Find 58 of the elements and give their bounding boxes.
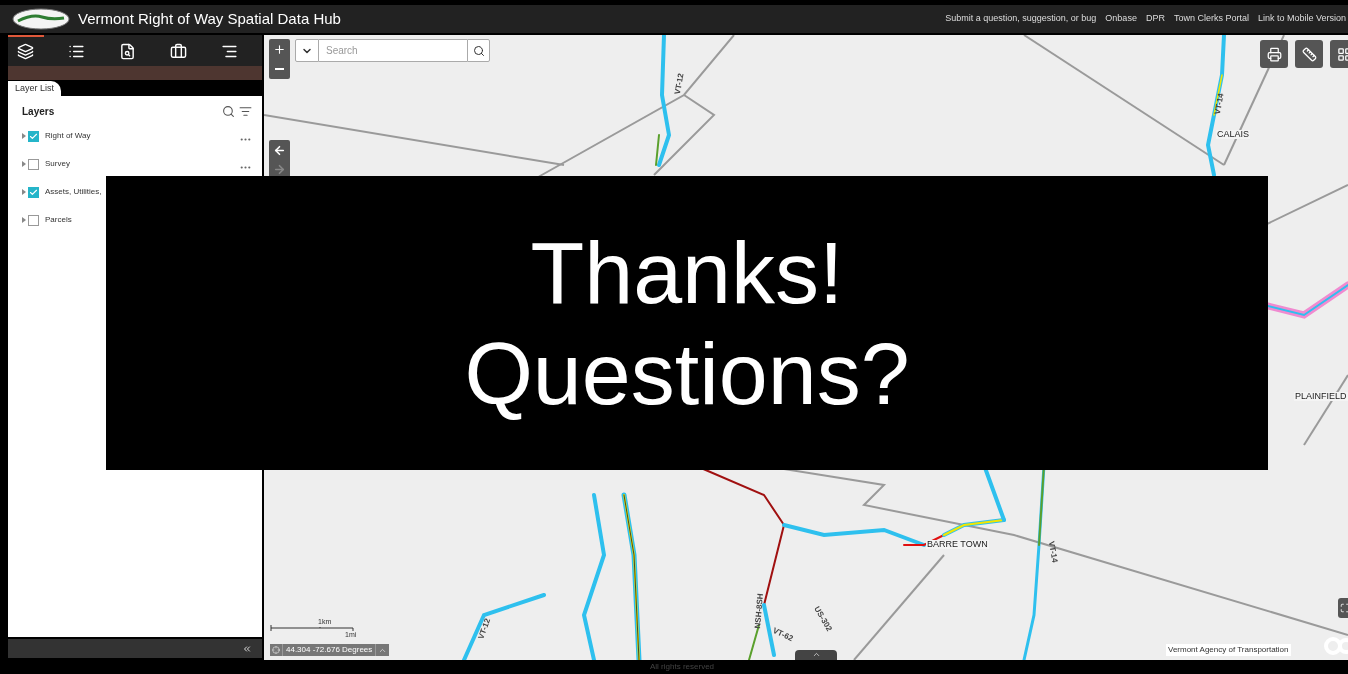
oval-logo-icon	[12, 8, 70, 30]
layer-name: Assets, Utilities,	[45, 186, 102, 198]
header-link[interactable]: Submit a question, suggestion, or bug	[945, 12, 1097, 26]
search-source-button[interactable]	[295, 39, 319, 62]
filter-icon[interactable]	[239, 105, 252, 118]
grid-icon	[1336, 46, 1348, 62]
coordinates-text: 44.304 -72.676 Degrees	[282, 644, 377, 656]
map-label: VT-14	[1046, 540, 1059, 564]
app-title: Vermont Right of Way Spatial Data Hub	[78, 8, 341, 29]
list-icon	[68, 43, 86, 60]
layer-checkbox[interactable]	[28, 186, 39, 198]
layer-name: Survey	[45, 158, 70, 170]
print-button[interactable]	[1260, 40, 1288, 68]
layers-icon	[17, 43, 35, 60]
printer-icon	[1266, 46, 1282, 62]
header-link[interactable]: Link to Mobile Version	[1257, 12, 1346, 26]
map-label: VT-14	[1213, 92, 1226, 116]
header-link[interactable]: DPR	[1145, 12, 1165, 26]
map-label: CALAIS	[1216, 130, 1250, 139]
measure-button[interactable]	[1295, 40, 1323, 68]
attribute-toggle-button[interactable]	[795, 650, 837, 660]
map-label: NSH-8SH	[754, 593, 766, 629]
search-icon[interactable]	[222, 105, 235, 118]
scale-bar-icon	[270, 625, 354, 631]
layer-name: Right of Way	[45, 130, 91, 142]
fullscreen-icon	[1340, 603, 1348, 613]
layer-name: Parcels	[45, 214, 72, 226]
ruler-icon	[1301, 46, 1317, 62]
expand-caret-icon[interactable]	[22, 189, 26, 195]
map-label: VT-12	[673, 72, 686, 96]
legend-icon	[220, 43, 238, 60]
search-field[interactable]: Search	[319, 39, 467, 62]
map-label: PLAINFIELD	[1294, 392, 1348, 401]
attribution-text: Vermont Agency of Transportation	[1166, 644, 1291, 656]
slide-text: Thanks!	[530, 221, 844, 323]
toolbox-icon	[169, 43, 187, 60]
search-button[interactable]	[467, 39, 490, 62]
header-link[interactable]: Town Clerks Portal	[1173, 12, 1249, 26]
layer-checkbox[interactable]	[28, 130, 39, 142]
expand-caret-icon[interactable]	[22, 161, 26, 167]
locate-icon[interactable]	[272, 646, 280, 654]
expand-caret-icon[interactable]	[22, 133, 26, 139]
layer-checkbox[interactable]	[28, 158, 39, 170]
header-link[interactable]: Onbase	[1105, 12, 1137, 26]
previous-extent-icon[interactable]	[273, 144, 286, 157]
query-icon	[119, 43, 136, 60]
layer-checkbox[interactable]	[28, 214, 39, 226]
collapse-icon[interactable]	[242, 643, 252, 654]
map-label: VT-12	[477, 617, 493, 641]
minus-icon	[275, 68, 284, 70]
map-label: BARRE TOWN	[926, 540, 989, 549]
search-icon	[472, 44, 485, 57]
expand-caret-icon[interactable]	[22, 217, 26, 223]
panel-tab[interactable]: Layer List	[8, 81, 62, 96]
slide-text: Questions?	[464, 323, 910, 425]
caret-icon	[811, 650, 821, 659]
plus-icon	[273, 42, 286, 56]
panel-heading: Layers	[22, 105, 55, 119]
